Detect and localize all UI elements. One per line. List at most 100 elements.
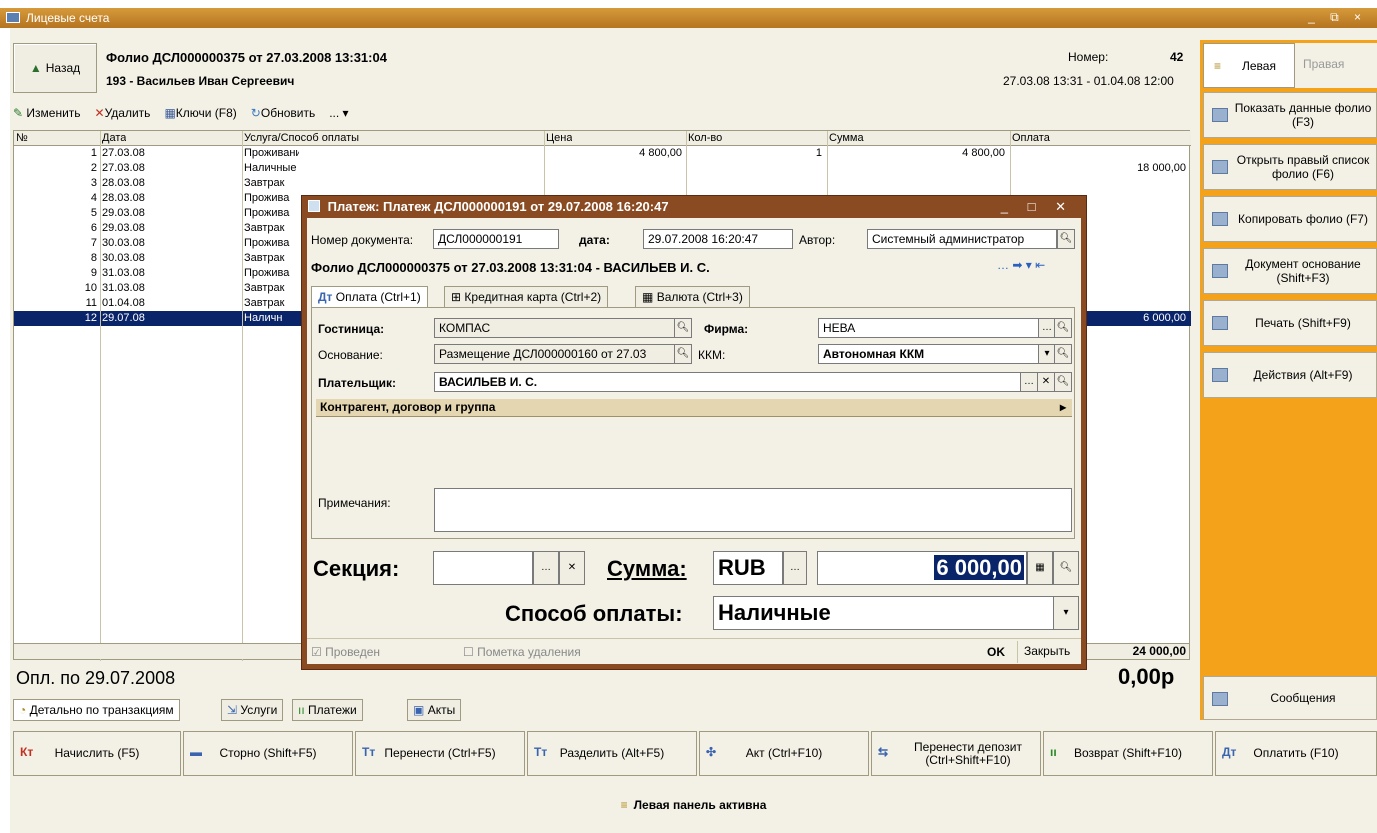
contractor-group-header[interactable]: Контрагент, договор и группа ▸ xyxy=(316,399,1072,417)
panel-tabs: ≡ Левая Правая xyxy=(1203,43,1377,88)
storno-button[interactable]: ▬ Сторно (Shift+F5) xyxy=(183,731,353,776)
more-button[interactable]: ... ▾ xyxy=(329,106,348,120)
row-service: Завтрак xyxy=(244,222,285,234)
dialog-body: Номер документа: ДСЛ000000191 дата: 29.0… xyxy=(307,218,1081,664)
row-num: 2 xyxy=(90,162,97,174)
back-button[interactable]: ▲ Назад xyxy=(13,43,97,93)
tab-currency[interactable]: ▦ Валюта (Ctrl+3) xyxy=(635,286,750,308)
payer-clear-icon[interactable]: ✕ xyxy=(1037,372,1055,392)
hotel-search-icon[interactable]: 🔍︎ xyxy=(674,318,692,338)
act-button[interactable]: ✣ Акт (Ctrl+F10) xyxy=(699,731,869,776)
row-date: 28.03.08 xyxy=(102,177,145,189)
tab-acts[interactable]: ▣ Акты xyxy=(407,699,462,721)
basis-search-icon[interactable]: 🔍︎ xyxy=(674,344,692,364)
transfer-deposit-button[interactable]: ⇆ Перенести депозит (Ctrl+Shift+F10) xyxy=(871,731,1041,776)
notes-field[interactable] xyxy=(434,488,1072,532)
open-right-folio-button[interactable]: Открыть правый список фолио (F6) xyxy=(1203,144,1377,190)
col-sum[interactable]: Сумма xyxy=(829,131,864,145)
refund-icon: ıı xyxy=(1050,745,1057,759)
keys-button[interactable]: ▦Ключи (F8) xyxy=(164,106,236,120)
row-date: 31.03.08 xyxy=(102,282,145,294)
kkm-search-icon[interactable]: 🔍︎ xyxy=(1054,344,1072,364)
refund-button[interactable]: ıı Возврат (Shift+F10) xyxy=(1043,731,1213,776)
basis-field[interactable]: Размещение ДСЛ000000160 от 27.03 xyxy=(434,344,676,364)
split-button[interactable]: Тт Разделить (Alt+F5) xyxy=(527,731,697,776)
row-service: Прожива xyxy=(244,207,290,219)
acts-icon: ▣ xyxy=(413,703,425,717)
print-button[interactable]: Печать (Shift+F9) xyxy=(1203,300,1377,346)
delete-button[interactable]: ✕Удалить xyxy=(95,106,151,120)
charge-button[interactable]: Кт Начислить (F5) xyxy=(13,731,181,776)
base-document-button[interactable]: Документ основание (Shift+F3) xyxy=(1203,248,1377,294)
col-qty[interactable]: Кол-во xyxy=(688,131,722,145)
table-row[interactable]: 3 28.03.08 Завтрак xyxy=(14,176,1191,191)
window-controls[interactable]: _ ⧉ × xyxy=(1308,10,1367,25)
payer-search-icon[interactable]: 🔍︎ xyxy=(1054,372,1072,392)
tab-credit-card[interactable]: ⊞ Кредитная карта (Ctrl+2) xyxy=(444,286,609,308)
date-field[interactable]: 29.07.2008 16:20:47 xyxy=(643,229,793,249)
tab-payment[interactable]: Дт Оплата (Ctrl+1) xyxy=(311,286,428,308)
right-tab[interactable]: Правая xyxy=(1303,57,1344,71)
row-date: 29.03.08 xyxy=(102,222,145,234)
row-num: 12 xyxy=(84,312,97,324)
tab-transactions-detail[interactable]: ◔ Детально по транзакциям xyxy=(13,699,180,721)
col-pay[interactable]: Оплата xyxy=(1012,131,1050,145)
messages-button[interactable]: Сообщения xyxy=(1203,676,1377,720)
payer-more-button[interactable]: … xyxy=(1020,372,1038,392)
firm-field[interactable]: НЕВА xyxy=(818,318,1040,338)
kkm-field[interactable]: Автономная ККМ xyxy=(818,344,1040,364)
folio-number: 42 xyxy=(1170,50,1184,64)
ok-button[interactable]: OK xyxy=(987,645,1005,659)
row-service: Завтрак xyxy=(244,177,285,189)
table-row[interactable]: 2 27.03.08 Наличные 18 000,00 xyxy=(14,161,1191,176)
posted-checkbox[interactable]: ☑ Проведен xyxy=(311,645,380,659)
section-clear-icon[interactable]: ✕ xyxy=(559,551,585,585)
basis-label: Основание: xyxy=(318,348,383,362)
sum-label: Сумма: xyxy=(607,556,687,581)
section-field[interactable] xyxy=(433,551,533,585)
dialog-controls[interactable]: _ □ ✕ xyxy=(1001,199,1074,215)
row-service: Прожива xyxy=(244,192,290,204)
copy-folio-button[interactable]: Копировать фолио (F7) xyxy=(1203,196,1377,242)
left-tab[interactable]: ≡ Левая xyxy=(1203,43,1295,88)
author-label: Автор: xyxy=(799,233,836,247)
table-row[interactable]: 1 27.03.08 Проживание 4 800,00 1 4 800,00 xyxy=(14,146,1191,161)
author-search-icon[interactable]: 🔍︎ xyxy=(1057,229,1075,249)
window-icon xyxy=(6,12,20,23)
pay-button[interactable]: Дт Оплатить (F10) xyxy=(1215,731,1377,776)
section-more-button[interactable]: … xyxy=(533,551,559,585)
col-date[interactable]: Дата xyxy=(102,131,126,145)
row-date: 27.03.08 xyxy=(102,147,145,159)
doc-number-field[interactable]: ДСЛ000000191 xyxy=(433,229,559,249)
actions-button[interactable]: Действия (Alt+F9) xyxy=(1203,352,1377,398)
tab-payments[interactable]: ıı Платежи xyxy=(292,699,363,721)
payment-method-field[interactable]: Наличные xyxy=(713,596,1055,630)
author-field[interactable]: Системный администратор xyxy=(867,229,1057,249)
close-button[interactable]: Закрыть xyxy=(1017,641,1076,663)
services-icon: ⇲ xyxy=(227,703,238,717)
col-service[interactable]: Услуга/Способ оплаты xyxy=(244,131,359,145)
amount-field[interactable]: 6 000,00 xyxy=(817,551,1027,585)
show-folio-button[interactable]: Показать данные фолио (F3) xyxy=(1203,92,1377,138)
currency-field[interactable]: RUB xyxy=(713,551,783,585)
hotel-field[interactable]: КОМПАС xyxy=(434,318,676,338)
transfer-button[interactable]: Тт Перенести (Ctrl+F5) xyxy=(355,731,525,776)
tab-services[interactable]: ⇲ Услуги xyxy=(221,699,284,721)
payment-tab-icon: Дт xyxy=(318,290,333,304)
calculator-icon[interactable]: ▦ xyxy=(1027,551,1053,585)
payer-field[interactable]: ВАСИЛЬЕВ И. С. xyxy=(434,372,1022,392)
folio-nav-icons[interactable]: … ➡ ▾ ⇤ xyxy=(997,258,1045,272)
payments-icon: ıı xyxy=(298,703,305,717)
currency-more-button[interactable]: … xyxy=(783,551,807,585)
edit-button[interactable]: ✎ Изменить xyxy=(13,106,81,120)
amount-search-icon[interactable]: 🔍︎ xyxy=(1053,551,1079,585)
refresh-button[interactable]: ↻Обновить xyxy=(251,106,315,120)
deletion-mark-checkbox[interactable]: ☐ Пометка удаления xyxy=(463,645,581,659)
col-num[interactable]: № xyxy=(16,131,28,145)
firm-search-icon[interactable]: 🔍︎ xyxy=(1054,318,1072,338)
col-price[interactable]: Цена xyxy=(546,131,572,145)
search-document-icon xyxy=(1212,264,1228,278)
dialog-icon xyxy=(308,200,320,212)
row-date: 30.03.08 xyxy=(102,237,145,249)
payment-method-dropdown-icon[interactable]: ▾ xyxy=(1053,596,1079,630)
